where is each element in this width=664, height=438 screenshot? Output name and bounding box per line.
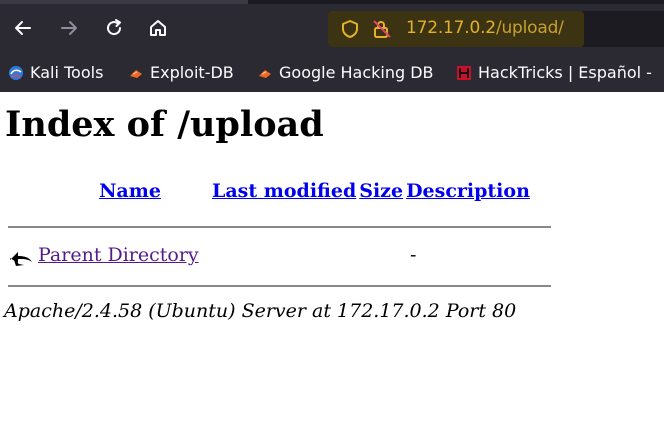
bookmark-label: Exploit-DB [150,63,234,82]
bookmarks-toolbar: Kali Tools Exploit-DB Google Hacking DB … [0,58,664,88]
sort-by-description-link[interactable]: Description [406,180,530,202]
url-path: /upload/ [495,18,564,38]
url-text[interactable]: 172.17.0.2/upload/ [406,18,564,38]
insecure-lock-icon[interactable] [372,19,392,39]
hacktricks-icon [457,65,471,80]
home-icon [150,20,166,36]
reload-icon [107,19,122,36]
size-column-header: Size [359,180,403,202]
icon-column-header [8,180,48,202]
directory-listing-table: Name Last modified Size Description [5,178,533,204]
last-modified-column-header: Last modified [212,180,356,202]
forward-button[interactable] [55,14,83,42]
bookmark-hacktricks[interactable]: HackTricks | Español - [456,63,652,82]
name-column-header: Name [51,180,209,202]
bookmark-label: Google Hacking DB [279,63,434,82]
parent-directory-link[interactable]: Parent Directory [38,244,199,266]
page-title: Index of /upload [5,104,324,145]
table-header-row: Name Last modified Size Description [8,180,530,202]
ghdb-icon [259,69,271,78]
size-cell: - [410,244,417,266]
sort-by-size-link[interactable]: Size [359,180,403,202]
bookmark-google-hacking-db[interactable]: Google Hacking DB [257,63,434,82]
bookmark-exploit-db[interactable]: Exploit-DB [128,63,234,82]
home-button[interactable] [144,14,172,42]
server-signature: Apache/2.4.58 (Ubuntu) Server at 172.17.… [4,300,517,322]
sort-by-name-link[interactable]: Name [99,180,161,202]
forward-arrow-icon [61,21,77,35]
shield-icon[interactable] [340,19,360,39]
back-arrow-icon [15,21,31,35]
exploit-db-icon [130,69,142,78]
kali-icon [9,65,23,80]
back-arrow-icon [10,252,32,266]
browser-chrome: 172.17.0.2/upload/ Kali Tools Exploit-DB [0,0,664,92]
address-bar[interactable]: 172.17.0.2/upload/ [328,11,664,47]
bookmark-kali-tools[interactable]: Kali Tools [8,63,103,82]
reload-button[interactable] [100,14,128,42]
bookmark-label: HackTricks | Español - [478,63,652,82]
divider-bottom [8,285,551,287]
bookmark-label: Kali Tools [30,63,104,82]
back-button[interactable] [9,14,37,42]
navigation-toolbar: 172.17.0.2/upload/ [0,4,664,56]
description-column-header: Description [406,180,530,202]
url-host: 172.17.0.2 [406,18,496,38]
table-row: Parent Directory - [8,244,568,272]
sort-by-last-modified-link[interactable]: Last modified [212,180,356,202]
divider-top [8,226,551,228]
